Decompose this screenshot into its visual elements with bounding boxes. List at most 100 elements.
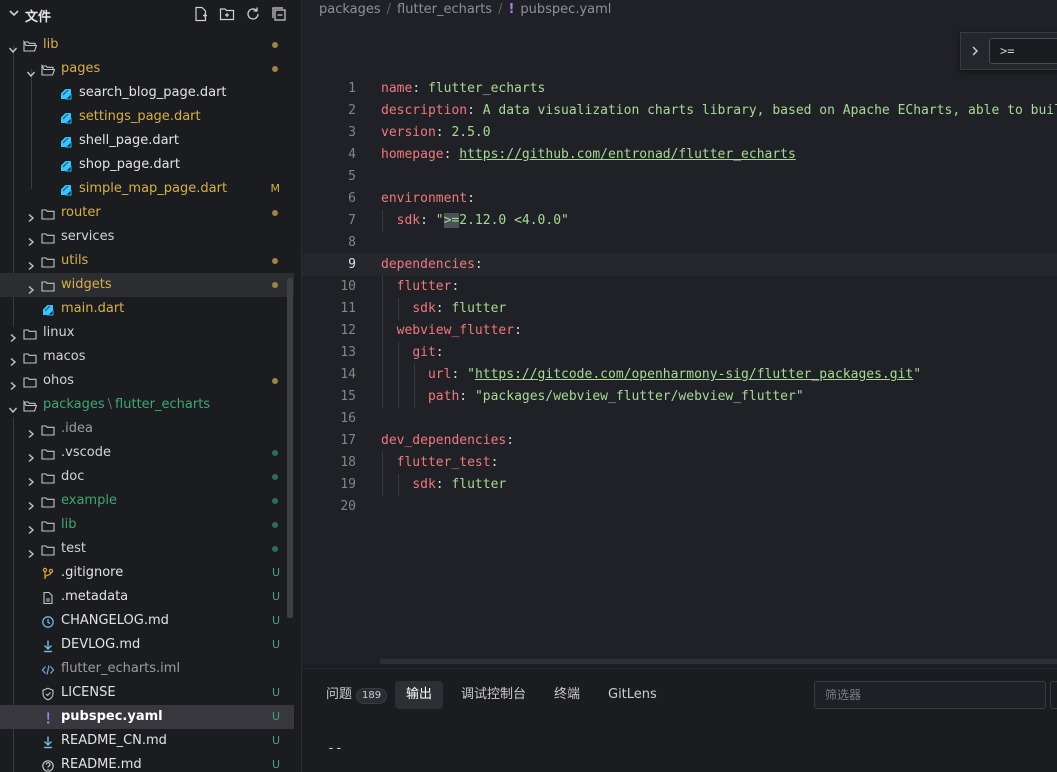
tree-item-vscode[interactable]: .vscode — [0, 441, 294, 465]
tree-item-gitignore[interactable]: .gitignore U — [0, 561, 294, 585]
tab-gitlens[interactable]: GitLens — [597, 681, 668, 709]
tree-item-license[interactable]: LICENSE U — [0, 681, 294, 705]
chevron-down-icon[interactable] — [8, 7, 20, 23]
breadcrumb-item-packages[interactable]: packages — [319, 2, 381, 17]
tree-item-test[interactable]: test — [0, 537, 294, 561]
tree-item-simple-map-page-dart[interactable]: simple_map_page.dart M — [0, 177, 294, 201]
tree-item-shell-page-dart[interactable]: shell_page.dart — [0, 129, 294, 153]
code-line[interactable]: 4 homepage: https://github.com/entronad/f… — [302, 144, 1057, 166]
tab-output[interactable]: 输出 — [395, 681, 444, 709]
chevron-down-icon[interactable] — [8, 400, 18, 414]
code-line[interactable]: 14 url: "https://gitcode.com/openharmony… — [302, 364, 1057, 386]
code-line[interactable]: 9 dependencies: — [302, 254, 1057, 276]
tree-item-readme-md[interactable]: README.md U — [0, 753, 294, 772]
tree-item-linux[interactable]: linux — [0, 321, 294, 345]
tree-item-widgets[interactable]: widgets — [0, 273, 294, 297]
chevron-right-icon[interactable] — [26, 520, 36, 535]
chevron-right-icon[interactable] — [26, 496, 36, 511]
code-line[interactable]: 11 sdk: flutter — [302, 298, 1057, 320]
tree-item-label: DEVLOG.md — [61, 633, 140, 657]
code-line[interactable]: 2 description: A data visualization chart… — [302, 100, 1057, 122]
chevron-right-icon[interactable] — [8, 352, 18, 367]
folder-icon — [41, 254, 55, 268]
punctuation — [381, 477, 412, 492]
find-input[interactable] — [989, 38, 1057, 64]
tree-item-changelog-md[interactable]: CHANGELOG.md U — [0, 609, 294, 633]
tree-item-ohos[interactable]: ohos — [0, 369, 294, 393]
breadcrumb-item-flutter-echarts[interactable]: flutter_echarts — [397, 2, 492, 17]
tab-problems[interactable]: 问题 189 — [315, 681, 398, 709]
tab-terminal[interactable]: 终端 — [543, 681, 591, 709]
chevron-right-icon[interactable] — [26, 208, 36, 223]
chevron-right-icon[interactable] — [26, 232, 36, 247]
tree-item-shop-page-dart[interactable]: shop_page.dart — [0, 153, 294, 177]
tree-item-router[interactable]: router — [0, 201, 294, 225]
tree-item-packages[interactable]: packages \ flutter_echarts — [0, 393, 294, 417]
yaml-key: git — [412, 345, 436, 360]
tab-debug-console[interactable]: 调试控制台 — [450, 681, 537, 709]
tree-item-settings-page-dart[interactable]: settings_page.dart — [0, 105, 294, 129]
tree-item-metadata[interactable]: .metadata U — [0, 585, 294, 609]
code-line[interactable]: 7 sdk: ">=2.12.0 <4.0.0" — [302, 210, 1057, 232]
tree-item-main-dart[interactable]: main.dart — [0, 297, 294, 321]
code-line[interactable]: 15 path: "packages/webview_flutter/webvi… — [302, 386, 1057, 408]
tree-item-label: README.md — [61, 753, 142, 772]
tree-item-pubspec-yaml[interactable]: pubspec.yaml U — [0, 705, 294, 729]
chevron-down-icon[interactable] — [26, 64, 36, 78]
chevron-right-icon[interactable] — [26, 448, 36, 463]
tree-item-search-blog-page-dart[interactable]: search_blog_page.dart — [0, 81, 294, 105]
explorer-scrollbar[interactable] — [287, 278, 293, 618]
tree-item-lib[interactable]: lib — [0, 33, 294, 57]
code-line[interactable]: 10 flutter: — [302, 276, 1057, 298]
code-line[interactable]: 16 — [302, 408, 1057, 430]
tree-item-devlog-md[interactable]: DEVLOG.md U — [0, 633, 294, 657]
tree-item-label: lib — [61, 513, 76, 537]
chevron-down-icon[interactable] — [8, 40, 18, 54]
chevron-right-icon[interactable] — [26, 424, 36, 439]
output-channel-select[interactable] — [1050, 681, 1057, 709]
yaml-key: url — [427, 367, 452, 382]
chevron-right-icon[interactable] — [26, 280, 36, 295]
tree-item-example[interactable]: example — [0, 489, 294, 513]
editor-horizontal-scrollbar[interactable] — [380, 659, 1057, 664]
git-status-dot — [272, 450, 278, 456]
code-line[interactable]: 8 — [302, 232, 1057, 254]
tree-item-idea[interactable]: .idea — [0, 417, 294, 441]
new-file-icon[interactable] — [192, 5, 210, 23]
punctuation — [381, 367, 428, 382]
code-line[interactable]: 20 — [302, 496, 1057, 518]
tree-item-flutter-echarts-iml[interactable]: flutter_echarts.iml — [0, 657, 294, 681]
chevron-right-icon[interactable] — [26, 472, 36, 487]
tree-item-pages[interactable]: pages — [0, 57, 294, 81]
chevron-right-icon[interactable] — [26, 544, 36, 559]
chevron-right-icon[interactable] — [8, 376, 18, 391]
tree-item-services[interactable]: services — [0, 225, 294, 249]
yaml-link[interactable]: https://gitcode.com/openharmony-sig/flut… — [475, 367, 913, 382]
output-filter-input[interactable] — [814, 681, 1046, 709]
breadcrumb-item-pubspec[interactable]: pubspec.yaml — [520, 2, 611, 17]
chevron-right-icon[interactable] — [8, 328, 18, 343]
code-line[interactable]: 3 version: 2.5.0 — [302, 122, 1057, 144]
code-line[interactable]: 19 sdk: flutter — [302, 474, 1057, 496]
chevron-right-icon[interactable] — [970, 45, 980, 61]
punctuation: : — [412, 81, 428, 96]
tree-item-name: shell_page.dart — [79, 133, 179, 148]
tree-item-doc[interactable]: doc — [0, 465, 294, 489]
chevron-right-icon[interactable] — [26, 256, 36, 271]
code-line[interactable]: 18 flutter_test: — [302, 452, 1057, 474]
code-line[interactable]: 13 git: — [302, 342, 1057, 364]
code-line[interactable]: 5 — [302, 166, 1057, 188]
punctuation — [381, 301, 412, 316]
tree-item-macos[interactable]: macos — [0, 345, 294, 369]
tree-item-lib[interactable]: lib — [0, 513, 294, 537]
yaml-link[interactable]: https://github.com/entronad/flutter_echa… — [459, 147, 796, 162]
code-line[interactable]: 12 webview_flutter: — [302, 320, 1057, 342]
collapse-all-icon[interactable] — [270, 5, 288, 23]
new-folder-icon[interactable] — [218, 5, 236, 23]
tree-item-utils[interactable]: utils — [0, 249, 294, 273]
code-line[interactable]: 6 environment: — [302, 188, 1057, 210]
code-line[interactable]: 1 name: flutter_echarts — [302, 78, 1057, 100]
tree-item-readme-cn-md[interactable]: README_CN.md U — [0, 729, 294, 753]
code-line[interactable]: 17 dev_dependencies: — [302, 430, 1057, 452]
refresh-icon[interactable] — [244, 5, 262, 23]
